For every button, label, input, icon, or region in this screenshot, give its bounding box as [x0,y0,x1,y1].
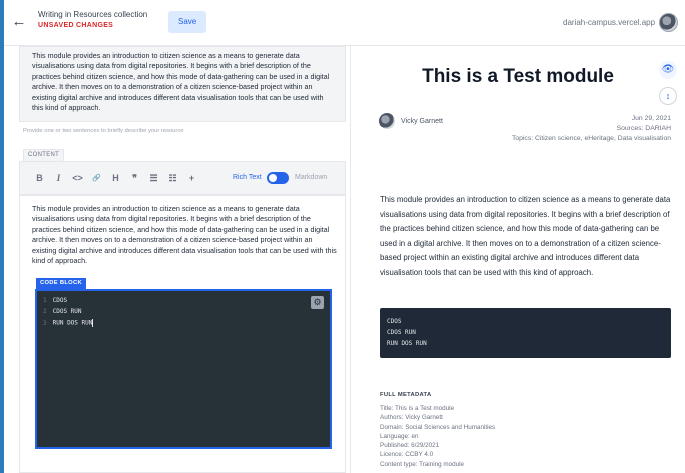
content-label: CONTENT [23,149,65,161]
preview-title: This is a Test module [422,66,614,87]
editor-panel: This module provides an introduction to … [19,46,346,473]
code-line[interactable]: 1 CDOS [43,297,67,304]
line-number: 1 [43,297,47,304]
metadata-item: Title: This is a Test module [380,405,455,412]
summary-hint: Provide one or two sentences to briefly … [23,128,184,134]
content-paragraph[interactable]: This module provides an introduction to … [32,204,337,266]
preview-code-line: CDOS RUN [387,329,416,336]
markdown-label: Markdown [295,174,328,181]
top-bar: ← Writing in Resources collection UNSAVE… [4,0,685,46]
app-frame: ← Writing in Resources collection UNSAVE… [0,0,685,473]
preview-paragraph: This module provides an introduction to … [380,195,671,277]
unsaved-status: UNSAVED CHANGES [38,22,114,29]
gear-icon[interactable]: ⚙ [311,296,324,309]
code-text: CDOS RUN [52,308,82,315]
eye-icon[interactable]: 👁 [659,61,677,79]
code-line[interactable]: 3 RUN DOS RUN [43,319,94,327]
publish-date: Jun 29, 2021 [631,115,671,122]
metadata-item: Licence: CCBY 4.0 [380,451,434,459]
rich-text-label: Rich Text [233,174,262,181]
sources: Sources: DARIAH [616,125,671,132]
arrow-left-icon[interactable]: ← [10,13,28,31]
italic-button[interactable]: I [49,173,68,183]
metadata-item: Authors: Vicky Garnett [380,414,443,422]
preview-meta: Jun 29, 2021 Sources: DARIAH Topics: Cit… [491,114,671,144]
quote-button[interactable]: ❞ [125,173,144,184]
preview-code-line: CDOS [387,318,402,325]
author-avatar [379,113,395,129]
preview-code-block: CDOS CDOS RUN RUN DOS RUN [380,308,671,358]
full-metadata-heading: FULL METADATA [380,392,432,398]
preview-panel: This is a Test module 👁 ↕ Vicky Garnett … [351,46,685,473]
author-name: Vicky Garnett [401,118,443,125]
collection-title-block: Writing in Resources collection UNSAVED … [38,9,147,32]
code-text: CDOS [52,297,68,304]
insert-button[interactable]: + [182,173,201,183]
line-number: 2 [43,308,47,315]
bold-button[interactable]: B [30,173,49,183]
editor-toolbar: B I <> 🔗 H ❞ ☰ ☷ + Rich Text Markdown [19,161,346,195]
collection-title: Writing in Resources collection [38,10,148,19]
save-button[interactable]: Save [168,11,207,33]
summary-field[interactable]: This module provides an introduction to … [19,46,346,122]
heading-button[interactable]: H [106,173,125,183]
link-icon[interactable]: 🔗 [87,174,106,182]
line-number: 3 [43,319,47,327]
metadata-item: Published: 6/29/2021 [380,442,440,450]
code-block-editor[interactable]: 1 CDOS 2 CDOS RUN 3 RUN DOS RUN ⚙ [35,289,332,449]
scroll-sync-icon[interactable]: ↕ [659,87,677,105]
code-text: RUN DOS RUN [52,319,93,327]
topics: Topics: Citizen science, eHeritage, Data… [511,135,671,142]
full-metadata-list: Title: This is a Test module Authors: Vi… [380,404,495,469]
text-cursor [92,319,94,327]
code-button[interactable]: <> [68,173,87,183]
metadata-item: Domain: Social Sciences and Humanities [380,423,496,431]
metadata-item: Language: en [380,432,419,440]
numbered-list-button[interactable]: ☷ [163,173,182,184]
bullet-list-button[interactable]: ☰ [144,173,163,184]
code-line[interactable]: 2 CDOS RUN [43,308,82,315]
site-host-link[interactable]: dariah-campus.vercel.app [563,18,655,27]
rich-text-toggle[interactable] [267,172,289,184]
metadata-item: Content type: Training module [380,460,465,468]
code-block-label: CODE BLOCK [36,278,86,289]
user-avatar[interactable] [659,13,678,32]
preview-code-line: RUN DOS RUN [387,340,427,347]
